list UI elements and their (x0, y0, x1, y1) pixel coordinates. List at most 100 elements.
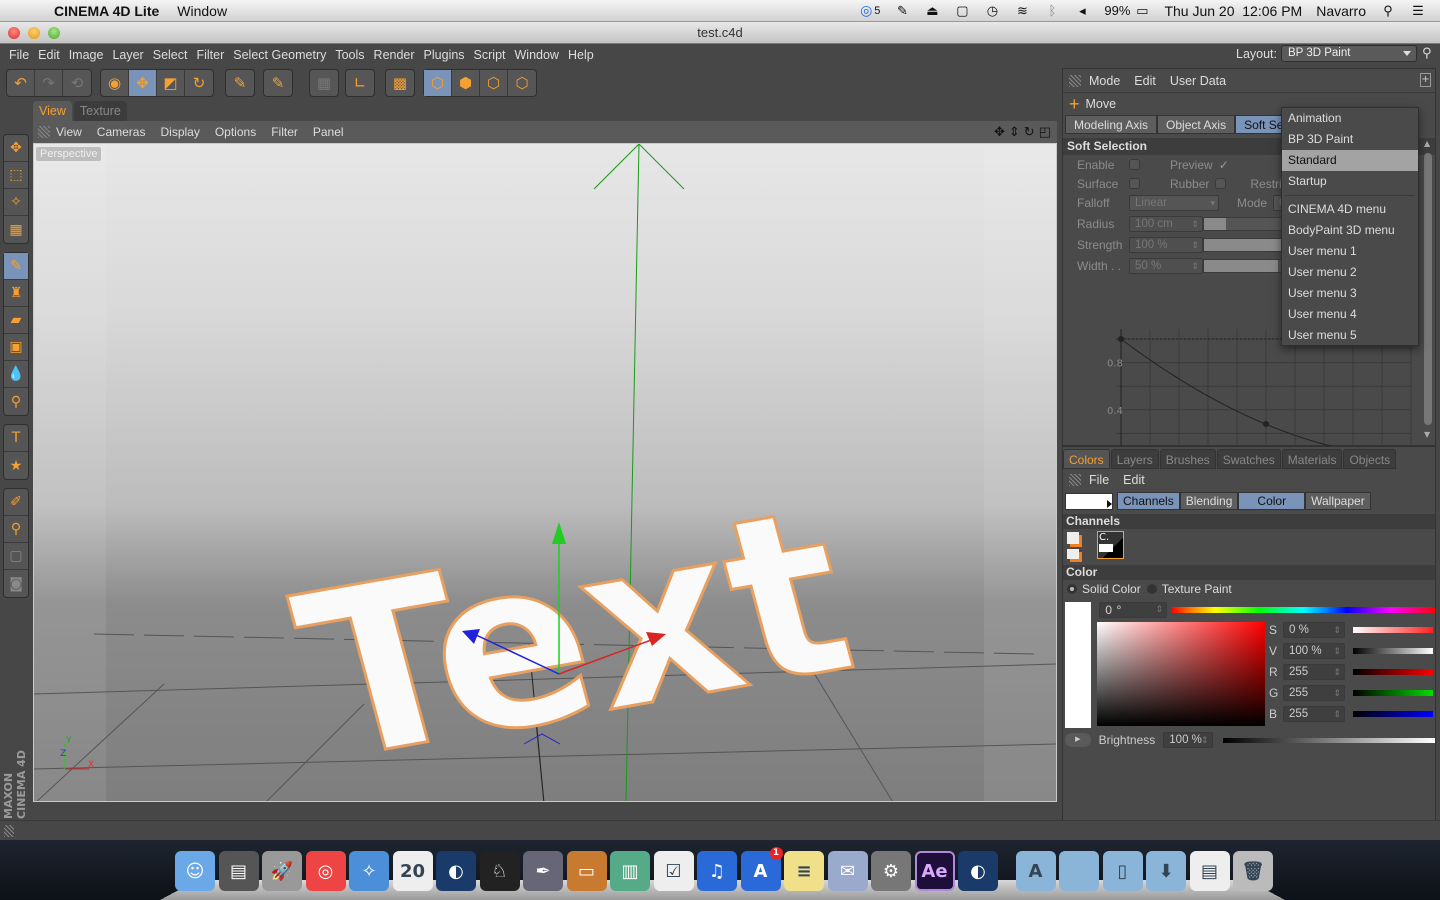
hue-slider[interactable] (1171, 607, 1435, 613)
width-input[interactable]: 50 % ⇕ (1129, 257, 1203, 274)
preview-checkbox[interactable]: ✓ (1219, 158, 1229, 172)
reset-button[interactable]: ⟲ (63, 70, 91, 96)
3d-viewport[interactable]: Text Perspective X Y Z (33, 143, 1057, 802)
g-input[interactable]: 255 ⇕ (1283, 685, 1345, 701)
texture-tool-button[interactable]: ▢ (4, 543, 28, 570)
live-selection-button[interactable]: ◉ (101, 70, 129, 96)
eject-icon[interactable]: ⏏ (924, 3, 940, 18)
tab-modeling-axis[interactable]: Modeling Axis (1065, 115, 1158, 134)
render-settings-button[interactable]: ▦ (310, 70, 338, 96)
dock-notes[interactable]: ≡ (784, 851, 824, 891)
dock-keynote[interactable]: ▭ (566, 851, 607, 891)
color-menu-edit[interactable]: Edit (1123, 473, 1145, 487)
app-name-menu[interactable]: CINEMA 4D Lite (54, 3, 159, 19)
menu-layer[interactable]: Layer (112, 48, 143, 62)
edges-mode-button[interactable]: ⬡ (480, 70, 508, 96)
dock-trash[interactable]: 🗑 (1233, 851, 1273, 891)
menu-render[interactable]: Render (374, 48, 415, 62)
dock-chrome[interactable]: ◎ (305, 851, 346, 891)
paint-setup-wizard-button[interactable]: ✎ (226, 70, 254, 96)
color-menu-file[interactable]: File (1089, 473, 1109, 487)
tab-layers[interactable]: Layers (1110, 449, 1159, 469)
clone-stamp-button[interactable]: ♜ (4, 280, 28, 307)
move-button[interactable]: ✥ (129, 70, 157, 96)
v-slider[interactable] (1353, 648, 1433, 654)
text-tool-button[interactable]: T (4, 425, 28, 452)
s-input[interactable]: 0 % ⇕ (1283, 622, 1345, 638)
camera-label[interactable]: Perspective (36, 147, 102, 161)
dock-maya[interactable]: ♘ (479, 851, 520, 891)
dock-cinema4d-2[interactable]: ◐ (958, 851, 998, 891)
layout-option-user-menu-5[interactable]: User menu 5 (1282, 325, 1418, 346)
viewport-menu-view[interactable]: View (56, 125, 82, 139)
attribute-menu-mode[interactable]: Mode (1089, 74, 1120, 88)
dock-numbers[interactable]: ▥ (610, 851, 650, 891)
user-name[interactable]: Navarro (1316, 3, 1366, 19)
grip-handle[interactable] (4, 825, 14, 837)
dock-calendar[interactable]: 20 (392, 851, 433, 891)
time-machine-icon[interactable]: ◷ (984, 3, 1000, 18)
move-tool-button[interactable]: ✥ (4, 135, 28, 162)
dock-folder[interactable] (1059, 851, 1099, 891)
add-panel-icon[interactable]: + (1420, 73, 1431, 87)
hue-input[interactable]: 0 ° ⇕ (1099, 602, 1167, 618)
spotlight-search-icon[interactable]: ⚲ (1380, 3, 1396, 18)
scale-button[interactable]: ◩ (157, 70, 185, 96)
viewport-menu-cameras[interactable]: Cameras (97, 125, 146, 139)
mode-wallpaper-button[interactable]: Wallpaper (1305, 492, 1371, 510)
tab-colors[interactable]: Colors (1063, 449, 1110, 469)
menu-select[interactable]: Select (153, 48, 188, 62)
smudge-button[interactable]: 💧 (4, 361, 28, 388)
r-input[interactable]: 255 ⇕ (1283, 664, 1345, 680)
menu-tools[interactable]: Tools (335, 48, 364, 62)
attribute-menu-edit[interactable]: Edit (1134, 74, 1156, 88)
s-slider[interactable] (1353, 627, 1433, 633)
menu-script[interactable]: Script (474, 48, 506, 62)
clock[interactable]: Thu Jun 20 12:06 PM (1164, 3, 1302, 19)
brush-button[interactable]: ✎ (4, 253, 28, 280)
object-mode-button[interactable]: ⬡ (508, 70, 536, 96)
enable-checkbox[interactable] (1129, 159, 1140, 170)
rotate-view-icon[interactable]: ↻ (1024, 124, 1035, 140)
gradient-button[interactable]: ▣ (4, 334, 28, 361)
volume-icon[interactable]: ◂ (1074, 3, 1090, 18)
apple-menu-icon[interactable] (20, 3, 40, 19)
layout-option-startup[interactable]: Startup (1282, 171, 1418, 192)
attribute-scrollbar[interactable]: ▲ ▼ (1423, 139, 1433, 439)
dock-downloads-folder[interactable]: ⬇ (1146, 851, 1186, 891)
dock-after-effects[interactable]: Ae (914, 851, 955, 891)
brightness-slider[interactable] (1222, 737, 1436, 743)
scroll-up-icon[interactable]: ▲ (1424, 139, 1430, 148)
b-slider[interactable] (1353, 711, 1433, 717)
dock-cinema4d[interactable]: ◐ (436, 851, 476, 891)
zoom-window-button[interactable] (48, 27, 60, 39)
layout-option-user-menu-1[interactable]: User menu 1 (1282, 241, 1418, 262)
dock-applications-folder[interactable]: A (1015, 851, 1056, 891)
dock-safari[interactable]: ✧ (349, 851, 389, 891)
viewport-menu-panel[interactable]: Panel (313, 125, 344, 139)
menu-select-geometry[interactable]: Select Geometry (233, 48, 326, 62)
coordinate-system-button[interactable]: ∟ (346, 70, 374, 96)
menu-edit[interactable]: Edit (38, 48, 60, 62)
layout-option-standard[interactable]: Standard (1282, 150, 1418, 171)
scroll-down-icon[interactable]: ▼ (1424, 430, 1430, 439)
dock-mail[interactable]: ✉ (827, 851, 868, 891)
magnify-button[interactable]: ⚲ (4, 388, 28, 415)
projection-button[interactable]: ▦ (4, 216, 28, 243)
attribute-menu-user-data[interactable]: User Data (1170, 74, 1226, 88)
channel-color-thumbnail[interactable]: C. (1097, 531, 1124, 559)
tab-swatches[interactable]: Swatches (1216, 449, 1281, 469)
dock-launchpad[interactable]: 🚀 (262, 851, 302, 891)
redo-button[interactable]: ↷ (35, 70, 63, 96)
dock-documents-folder[interactable]: ▯ (1102, 851, 1143, 891)
dock-reminders[interactable]: ☑ (653, 851, 694, 891)
v-input[interactable]: 100 % ⇕ (1283, 643, 1345, 659)
zoom-tool-button[interactable]: ⚲ (4, 516, 28, 543)
menu-help[interactable]: Help (568, 48, 594, 62)
command-search-icon[interactable]: ⚲ (1422, 46, 1432, 61)
layout-option-bp-3d-paint[interactable]: BP 3D Paint (1282, 129, 1418, 150)
layout-option-bodypaint-3d-menu[interactable]: BodyPaint 3D menu (1282, 220, 1418, 241)
tab-objects[interactable]: Objects (1343, 449, 1397, 469)
dock-app-store[interactable]: A1 (740, 847, 783, 891)
menu-file[interactable]: File (9, 48, 29, 62)
